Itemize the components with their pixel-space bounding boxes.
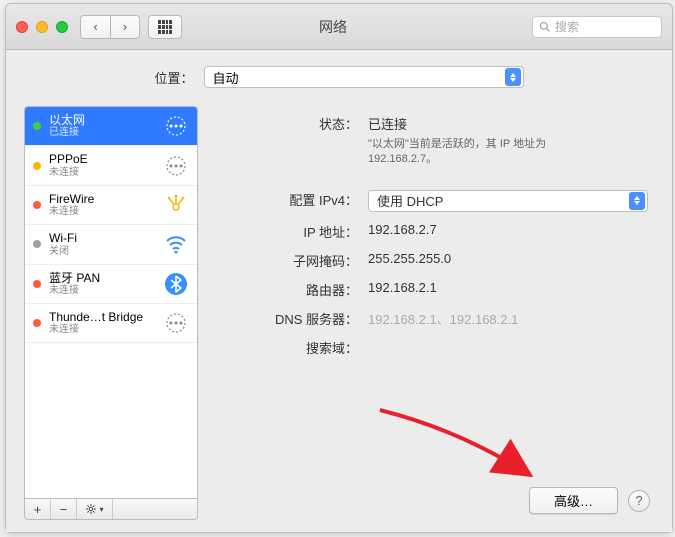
row-status: 状态： 已连接 "以太网"当前是活跃的，其 IP 地址为 192.168.2.7… (218, 114, 650, 168)
status-dot (33, 319, 41, 327)
sidebar-item-label: Wi-Fi (49, 231, 155, 245)
location-label: 位置： (154, 68, 193, 87)
sidebar-item-status: 未连接 (49, 206, 155, 218)
sidebar-item-label: 蓝牙 PAN (49, 271, 155, 285)
sidebar-item-status: 未连接 (49, 167, 155, 179)
firewire-icon (163, 192, 189, 218)
zoom-button[interactable] (56, 21, 68, 33)
ethernet-icon (163, 310, 189, 336)
router-label: 路由器： (218, 280, 368, 299)
chevron-down-icon: ▾ (99, 505, 103, 514)
help-button[interactable]: ? (628, 490, 650, 512)
remove-service-button[interactable]: − (51, 499, 77, 519)
ethernet-icon (163, 113, 189, 139)
traffic-lights (16, 21, 68, 33)
sidebar-item-status: 关闭 (49, 246, 155, 258)
search-placeholder: 搜索 (555, 18, 579, 35)
ethernet-icon (163, 153, 189, 179)
location-select[interactable]: 自动 (204, 66, 524, 88)
chevron-updown-icon (629, 192, 645, 210)
location-value: 自动 (213, 68, 239, 87)
status-dot (33, 162, 41, 170)
ip-value: 192.168.2.7 (368, 222, 650, 241)
gear-icon (85, 503, 97, 515)
row-searchdomain: 搜索域： (218, 338, 650, 357)
status-dot (33, 240, 41, 248)
location-row: 位置： 自动 (24, 66, 654, 88)
searchdomain-label: 搜索域： (218, 338, 368, 357)
chevron-updown-icon (505, 68, 521, 86)
sidebar-wrap: 以太网 已连接 PPPoE 未连接 (24, 106, 198, 520)
row-config: 配置 IPv4： 使用 DHCP (218, 190, 650, 212)
bluetooth-icon (163, 271, 189, 297)
detail-pane: 状态： 已连接 "以太网"当前是活跃的，其 IP 地址为 192.168.2.7… (214, 106, 654, 520)
content: 位置： 自动 以太网 已连接 (6, 50, 672, 532)
row-router: 路由器： 192.168.2.1 (218, 280, 650, 299)
sidebar-item-label: FireWire (49, 192, 155, 206)
config-ipv4-select[interactable]: 使用 DHCP (368, 190, 648, 212)
status-dot (33, 280, 41, 288)
ip-label: IP 地址： (218, 222, 368, 241)
action-menu-button[interactable]: ▾ (77, 499, 113, 519)
nav-buttons: ‹ › (80, 15, 140, 39)
searchdomain-value (368, 338, 650, 357)
sidebar-item-firewire[interactable]: FireWire 未连接 (25, 186, 197, 225)
bottom-row: 高级… ? (529, 487, 650, 514)
back-button[interactable]: ‹ (80, 15, 110, 39)
sidebar-item-bluetooth[interactable]: 蓝牙 PAN 未连接 (25, 265, 197, 304)
status-detail: "以太网"当前是活跃的，其 IP 地址为 192.168.2.7。 (368, 137, 608, 168)
minimize-button[interactable] (36, 21, 48, 33)
sidebar-item-status: 未连接 (49, 324, 155, 336)
main-area: 以太网 已连接 PPPoE 未连接 (24, 106, 654, 520)
config-value: 使用 DHCP (377, 191, 443, 210)
sidebar: 以太网 已连接 PPPoE 未连接 (24, 106, 198, 498)
add-service-button[interactable]: + (25, 499, 51, 519)
preferences-window: ‹ › 网络 搜索 位置： 自动 (5, 3, 673, 533)
sidebar-item-pppoe[interactable]: PPPoE 未连接 (25, 146, 197, 185)
search-input[interactable]: 搜索 (532, 16, 662, 38)
titlebar: ‹ › 网络 搜索 (6, 4, 672, 50)
close-button[interactable] (16, 21, 28, 33)
mask-value: 255.255.255.0 (368, 251, 650, 270)
dns-value: 192.168.2.1、192.168.2.1 (368, 309, 650, 328)
sidebar-item-status: 已连接 (49, 127, 155, 139)
sidebar-item-label: 以太网 (49, 113, 155, 127)
row-mask: 子网掩码： 255.255.255.0 (218, 251, 650, 270)
status-dot (33, 122, 41, 130)
row-ip: IP 地址： 192.168.2.7 (218, 222, 650, 241)
sidebar-item-status: 未连接 (49, 285, 155, 297)
status-value: 已连接 (368, 114, 650, 133)
sidebar-item-thunderbolt[interactable]: Thunde…t Bridge 未连接 (25, 304, 197, 343)
window-title: 网络 (134, 17, 532, 37)
dns-label: DNS 服务器： (218, 309, 368, 328)
sidebar-item-label: Thunde…t Bridge (49, 310, 155, 324)
sidebar-item-wifi[interactable]: Wi-Fi 关闭 (25, 225, 197, 264)
status-label: 状态： (218, 114, 368, 168)
status-dot (33, 201, 41, 209)
wifi-icon (163, 231, 189, 257)
router-value: 192.168.2.1 (368, 280, 650, 299)
sidebar-item-ethernet[interactable]: 以太网 已连接 (25, 107, 197, 146)
config-label: 配置 IPv4： (218, 190, 368, 212)
mask-label: 子网掩码： (218, 251, 368, 270)
sidebar-item-label: PPPoE (49, 152, 155, 166)
search-icon (539, 21, 551, 33)
sidebar-footer: + − ▾ (24, 498, 198, 520)
row-dns: DNS 服务器： 192.168.2.1、192.168.2.1 (218, 309, 650, 328)
advanced-button[interactable]: 高级… (529, 487, 618, 514)
